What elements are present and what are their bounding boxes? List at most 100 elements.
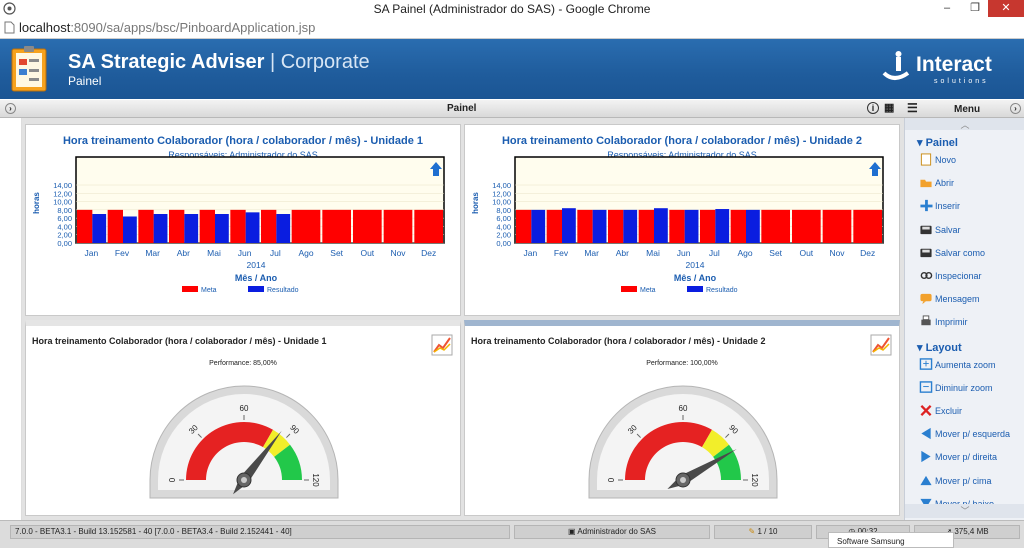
menu-item-novo[interactable]: Novo bbox=[935, 155, 956, 165]
salvar-como-icon bbox=[920, 248, 932, 257]
imprimir-icon bbox=[921, 315, 931, 326]
status-pages: ✎ 1 / 10 bbox=[714, 525, 812, 539]
y-axis-label: horas bbox=[32, 192, 41, 214]
bar-meta bbox=[291, 209, 321, 243]
gauge-title: Hora treinamento Colaborador (hora / col… bbox=[32, 336, 327, 346]
interact-logo-text: Interact bbox=[916, 53, 992, 76]
gauge-tick-label: 120 bbox=[750, 473, 759, 487]
menu-label: Menu bbox=[954, 104, 981, 115]
status-user-label: Administrador do SAS bbox=[577, 527, 657, 536]
bar-meta bbox=[322, 209, 351, 243]
legend-swatch-resultado bbox=[248, 286, 264, 292]
menu-item-inserir[interactable]: Inserir bbox=[935, 201, 960, 211]
interact-logo-sub: solutions bbox=[934, 78, 989, 85]
chart-type-icon[interactable] bbox=[431, 334, 453, 356]
chart-title: Hora treinamento Colaborador (hora / col… bbox=[62, 135, 423, 147]
menu-scroll-up[interactable]: ︿ bbox=[905, 118, 1024, 130]
menu-item-mover-p-direita[interactable]: Mover p/ direita bbox=[935, 452, 997, 462]
menu-item-imprimir[interactable]: Imprimir bbox=[935, 317, 968, 327]
status-memory-label: 375,4 MB bbox=[954, 527, 989, 536]
menu-item-aumenta-zoom[interactable]: Aumenta zoom bbox=[935, 360, 996, 370]
year-label: 2014 bbox=[686, 260, 705, 270]
bar-resultado bbox=[746, 209, 760, 243]
grid-icon[interactable]: ▦ bbox=[884, 102, 894, 114]
legend-swatch-meta bbox=[182, 286, 198, 292]
legend-label-resultado: Resultado bbox=[267, 287, 299, 294]
list-icon[interactable]: ☰ bbox=[907, 101, 918, 115]
menu-item-mover-p-cima[interactable]: Mover p/ cima bbox=[935, 476, 992, 486]
address-host: localhost bbox=[19, 20, 71, 35]
x-tick-label: Jun bbox=[677, 248, 691, 258]
bar-resultado bbox=[123, 216, 137, 243]
gauge-performance: Performance: 100,00% bbox=[646, 360, 718, 367]
info-icon[interactable]: i bbox=[867, 102, 879, 114]
bar-meta bbox=[516, 209, 532, 243]
menu-section-layout[interactable]: ▾ Layout bbox=[917, 341, 962, 354]
menu-item-abrir[interactable]: Abrir bbox=[935, 178, 954, 188]
bar-resultado bbox=[215, 214, 229, 243]
bar-chart: 14,0012,0010,008,006,004,002,000,00horas… bbox=[471, 156, 884, 294]
app-title-main: SA Strategic Adviser bbox=[68, 51, 265, 73]
bar-meta bbox=[230, 209, 246, 243]
x-tick-label: Ago bbox=[737, 248, 752, 258]
chart-type-icon[interactable] bbox=[870, 334, 892, 356]
expand-right-icon[interactable]: › bbox=[1010, 103, 1021, 114]
x-axis-label: Mês / Ano bbox=[235, 273, 278, 283]
y-tick-label: 0,00 bbox=[57, 239, 72, 248]
bar-meta bbox=[792, 209, 821, 243]
bar-meta bbox=[261, 209, 277, 243]
gauge-tick-label: 0 bbox=[607, 477, 616, 482]
menu-item-salvar-como[interactable]: Salvar como bbox=[935, 248, 985, 258]
x-tick-label: Jan bbox=[84, 248, 98, 258]
minimize-button[interactable]: – bbox=[934, 0, 960, 17]
app-title-separator: | bbox=[269, 51, 276, 73]
bar-meta bbox=[138, 209, 154, 243]
menu-item-mover-p-esquerda[interactable]: Mover p/ esquerda bbox=[935, 429, 1010, 439]
side-menu: ︿ ▾ Painel Novo Abrir Inserir Salvar Salvar c… bbox=[904, 118, 1024, 520]
expand-left-icon[interactable]: › bbox=[5, 103, 16, 114]
bar-meta bbox=[353, 209, 382, 243]
bar-resultado bbox=[276, 214, 291, 243]
app-title: SA Strategic Adviser | Corporate bbox=[68, 51, 370, 74]
menu-section-painel[interactable]: ▾ Painel bbox=[917, 136, 958, 149]
panel-toolbar: › Painel i ▦ ☰ Menu › bbox=[0, 100, 1024, 118]
mensagem-icon bbox=[920, 294, 932, 305]
menu-item-excluir[interactable]: Excluir bbox=[935, 406, 962, 416]
close-button[interactable]: ✕ bbox=[988, 0, 1024, 17]
menu-item-diminuir-zoom[interactable]: Diminuir zoom bbox=[935, 383, 993, 393]
legend-label-meta: Meta bbox=[640, 287, 656, 294]
menu-item-mensagem[interactable]: Mensagem bbox=[935, 294, 980, 304]
salvar-icon bbox=[920, 225, 932, 234]
bar-meta bbox=[383, 209, 413, 243]
menu-scroll-down[interactable]: ﹀ bbox=[905, 504, 1024, 518]
gauge: 0306090120 bbox=[588, 385, 778, 499]
bar-meta bbox=[730, 209, 746, 243]
mover-p-esquerda-icon bbox=[921, 428, 931, 440]
bar-meta bbox=[414, 209, 443, 243]
x-tick-label: Jul bbox=[270, 248, 281, 258]
x-tick-label: Jun bbox=[238, 248, 252, 258]
x-tick-label: Fev bbox=[115, 248, 130, 258]
restore-button[interactable]: ❐ bbox=[962, 0, 988, 17]
x-tick-label: Abr bbox=[177, 248, 190, 258]
chart-panel-unidade-1: Hora treinamento Colaborador (hora / col… bbox=[25, 124, 461, 316]
user-icon: ▣ bbox=[567, 527, 578, 536]
taskbar-tooltip: Software Samsung bbox=[828, 532, 954, 548]
bar-resultado bbox=[531, 209, 546, 243]
bar-resultado bbox=[562, 208, 576, 243]
bar-meta bbox=[77, 209, 93, 243]
bar-meta bbox=[107, 209, 123, 243]
address-bar[interactable]: localhost:8090/sa/apps/bsc/PinboardAppli… bbox=[0, 17, 1024, 39]
left-collapse-strip bbox=[0, 118, 22, 520]
bar-resultado bbox=[715, 209, 730, 243]
menu-item-salvar[interactable]: Salvar bbox=[935, 225, 961, 235]
gauge-panel-unidade-2: Hora treinamento Colaborador (hora / col… bbox=[464, 320, 900, 516]
bar-meta bbox=[700, 209, 716, 243]
bar-meta bbox=[669, 209, 685, 243]
app-subtitle: Painel bbox=[68, 74, 102, 88]
x-tick-label: Nov bbox=[390, 248, 406, 258]
bar-resultado bbox=[245, 212, 260, 243]
page-icon bbox=[4, 21, 15, 34]
bar-resultado bbox=[92, 214, 107, 243]
menu-item-inspecionar[interactable]: Inspecionar bbox=[935, 271, 982, 281]
